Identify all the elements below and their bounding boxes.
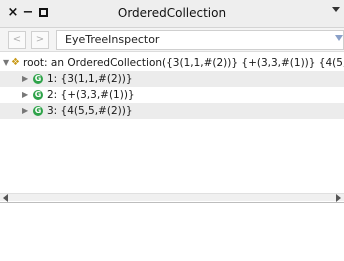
tree-row[interactable]: ▶ G 2: {+(3,3,#(1))} <box>0 87 344 103</box>
object-node-icon: G <box>33 74 43 84</box>
tree-row-root[interactable]: ▼ ❖ root: an OrderedCollection({3(1,1,#(… <box>0 55 344 71</box>
tree-row-label: 3: {4(5,5,#(2))} <box>47 105 133 117</box>
scroll-right-icon[interactable] <box>336 194 341 202</box>
expand-triangle-icon[interactable]: ▶ <box>22 71 28 87</box>
window-menu-icon[interactable] <box>332 7 340 12</box>
collapse-triangle-icon[interactable]: ▼ <box>3 55 9 71</box>
tree-row-label: 1: {3(1,1,#(2))} <box>47 73 133 85</box>
root-node-icon: ❖ <box>11 57 20 68</box>
expand-triangle-icon[interactable]: ▶ <box>22 87 28 103</box>
inspector-type-dropdown[interactable]: EyeTreeInspector <box>56 30 344 50</box>
tree-row-label: root: an OrderedCollection({3(1,1,#(2))}… <box>23 57 344 69</box>
back-button[interactable]: < <box>8 31 26 49</box>
tree-row-label: 2: {+(3,3,#(1))} <box>47 89 135 101</box>
evaluator-pane[interactable] <box>0 202 344 261</box>
scroll-left-icon[interactable] <box>3 194 8 202</box>
window-titlebar: × − OrderedCollection <box>0 0 344 28</box>
inspector-type-label: EyeTreeInspector <box>65 33 160 46</box>
forward-button[interactable]: > <box>31 31 49 49</box>
object-node-icon: G <box>33 90 43 100</box>
object-node-icon: G <box>33 106 43 116</box>
inspector-tree: ▼ ❖ root: an OrderedCollection({3(1,1,#(… <box>0 53 344 193</box>
horizontal-scrollbar[interactable] <box>0 193 344 202</box>
dropdown-arrow-icon[interactable] <box>335 35 343 41</box>
inspector-toolbar: < > EyeTreeInspector <box>0 28 344 52</box>
tree-row[interactable]: ▶ G 1: {3(1,1,#(2))} <box>0 71 344 87</box>
expand-triangle-icon[interactable]: ▶ <box>22 103 28 119</box>
window-title: OrderedCollection <box>117 6 227 20</box>
tree-row[interactable]: ▶ G 3: {4(5,5,#(2))} <box>0 103 344 119</box>
